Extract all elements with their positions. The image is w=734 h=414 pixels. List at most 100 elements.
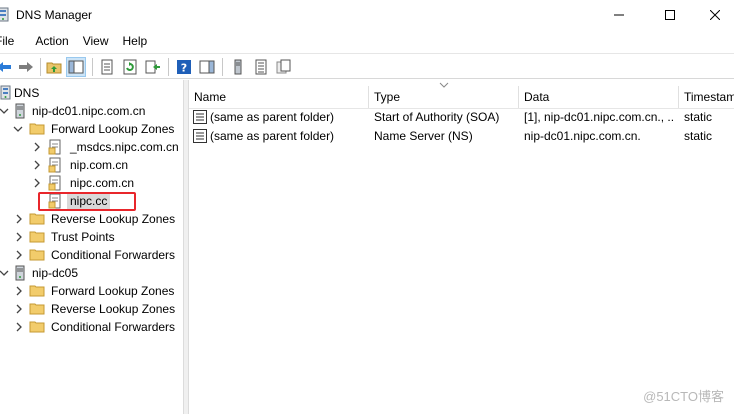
tree-label: Conditional Forwarders xyxy=(51,248,176,262)
tree-node-conditional-forwarders[interactable]: Conditional Forwarders xyxy=(0,246,183,264)
close-button[interactable] xyxy=(692,0,734,30)
tree-label: nipc.com.cn xyxy=(70,176,135,190)
tree-node-server-nip-dc05[interactable]: nip-dc05 xyxy=(0,264,183,282)
server-icon xyxy=(15,265,25,281)
tree-label: nip-dc01.nipc.com.cn xyxy=(32,104,146,118)
maximize-icon xyxy=(665,10,675,20)
svg-text:?: ? xyxy=(181,62,187,75)
console-tree: DNS nip-dc01.nipc.com.cn Forward Lookup … xyxy=(0,80,183,414)
back-button[interactable] xyxy=(0,57,14,77)
menu-file[interactable]: File xyxy=(0,30,23,52)
tree-node-zone-msdcs[interactable]: _msdcs.nipc.com.cn xyxy=(0,138,183,156)
chevron-right-icon[interactable] xyxy=(14,286,24,296)
tree-label: Trust Points xyxy=(51,230,115,244)
chevron-right-icon[interactable] xyxy=(14,232,24,242)
watermark-text: @51CTO博客 xyxy=(643,389,724,404)
column-header-name[interactable]: Name xyxy=(189,86,369,108)
column-header-data[interactable]: Data xyxy=(519,86,679,108)
chevron-right-icon[interactable] xyxy=(32,160,42,170)
forward-arrow-icon xyxy=(19,62,33,72)
tree-node-zone-nipc-com-cn[interactable]: nipc.com.cn xyxy=(0,174,183,192)
cell-type: Start of Authority (SOA) xyxy=(374,110,500,124)
action-pane-icon xyxy=(199,60,215,74)
folder-icon xyxy=(29,231,45,243)
dns-icon xyxy=(0,85,11,100)
tree-node-reverse-lookup-zones[interactable]: Reverse Lookup Zones xyxy=(0,210,183,228)
up-one-level-button[interactable] xyxy=(44,57,64,77)
tree-label: Reverse Lookup Zones xyxy=(51,212,176,226)
column-header-timestamp[interactable]: Timestamp xyxy=(679,86,734,108)
chevron-down-icon[interactable] xyxy=(13,124,23,134)
tree-node-zone-nip-com-cn[interactable]: nip.com.cn xyxy=(0,156,183,174)
tree-node-forward-lookup-zones-2[interactable]: Forward Lookup Zones xyxy=(0,282,183,300)
cell-name: (same as parent folder) xyxy=(210,129,335,143)
record-icon xyxy=(193,110,207,124)
forward-button[interactable] xyxy=(16,57,36,77)
cell-timestamp: static xyxy=(684,129,713,143)
folder-icon xyxy=(29,123,45,135)
tree-node-server-nip-dc01[interactable]: nip-dc01.nipc.com.cn xyxy=(0,102,183,120)
highlight-annotation xyxy=(38,192,136,211)
folder-up-icon xyxy=(46,62,62,74)
toolbar: ? xyxy=(0,53,734,79)
folder-icon xyxy=(29,321,45,333)
tree-node-reverse-lookup-zones-2[interactable]: Reverse Lookup Zones xyxy=(0,300,183,318)
chevron-right-icon[interactable] xyxy=(14,304,24,314)
toolbar-separator xyxy=(40,58,41,76)
menu-action[interactable]: Action xyxy=(28,30,75,52)
properties-button[interactable] xyxy=(97,57,117,77)
server-icon xyxy=(15,103,25,119)
list-view-icon xyxy=(255,59,267,75)
cell-data: nip-dc01.nipc.com.cn. xyxy=(524,129,641,143)
server-icon xyxy=(234,59,242,75)
folder-icon xyxy=(29,285,45,297)
chevron-right-icon[interactable] xyxy=(32,178,42,188)
properties-icon xyxy=(101,59,113,75)
chevron-right-icon[interactable] xyxy=(14,322,24,332)
copy-records-button[interactable] xyxy=(274,57,294,77)
menu-view[interactable]: View xyxy=(76,30,116,52)
window-title: DNS Manager xyxy=(16,8,93,22)
list-view-button[interactable] xyxy=(251,57,271,77)
column-header-type[interactable]: Type xyxy=(369,86,519,108)
show-hide-action-pane-button[interactable] xyxy=(197,57,217,77)
tree-label: Forward Lookup Zones xyxy=(51,122,175,136)
chevron-down-icon[interactable] xyxy=(0,268,9,278)
toolbar-separator xyxy=(168,58,169,76)
copy-records-icon xyxy=(276,59,291,74)
folder-icon xyxy=(29,213,45,225)
tree-label: nip.com.cn xyxy=(70,158,129,172)
tree-node-conditional-forwarders-2[interactable]: Conditional Forwarders xyxy=(0,318,183,336)
folder-icon xyxy=(29,249,45,261)
tree-node-trust-points[interactable]: Trust Points xyxy=(0,228,183,246)
close-icon xyxy=(710,10,720,20)
tree-label: Forward Lookup Zones xyxy=(51,284,175,298)
toolbar-separator xyxy=(92,58,93,76)
menu-bar: File Action View Help xyxy=(0,30,734,52)
tree-label: Conditional Forwarders xyxy=(51,320,176,334)
chevron-right-icon[interactable] xyxy=(14,214,24,224)
title-bar: DNS Manager xyxy=(0,0,734,30)
menu-help[interactable]: Help xyxy=(116,30,155,52)
maximize-button[interactable] xyxy=(647,0,693,30)
export-list-button[interactable] xyxy=(143,57,163,77)
minimize-icon xyxy=(614,14,624,16)
chevron-right-icon[interactable] xyxy=(14,250,24,260)
help-button[interactable]: ? xyxy=(174,57,194,77)
tree-node-forward-lookup-zones[interactable]: Forward Lookup Zones xyxy=(0,120,183,138)
tree-label: Reverse Lookup Zones xyxy=(51,302,176,316)
refresh-button[interactable] xyxy=(120,57,140,77)
dns-manager-app-icon xyxy=(0,7,9,22)
tree-label: DNS xyxy=(14,86,40,100)
server-button[interactable] xyxy=(228,57,248,77)
zone-icon xyxy=(48,175,61,191)
chevron-down-icon[interactable] xyxy=(0,106,9,116)
export-list-icon xyxy=(145,60,160,74)
chevron-right-icon[interactable] xyxy=(32,142,42,152)
cell-type: Name Server (NS) xyxy=(374,129,473,143)
minimize-button[interactable] xyxy=(596,0,642,30)
tree-label: nip-dc05 xyxy=(32,266,79,280)
show-hide-console-tree-button[interactable] xyxy=(66,57,86,77)
tree-node-dns-root[interactable]: DNS xyxy=(0,84,183,102)
cell-data: [1], nip-dc01.nipc.com.cn., ... xyxy=(524,110,674,124)
